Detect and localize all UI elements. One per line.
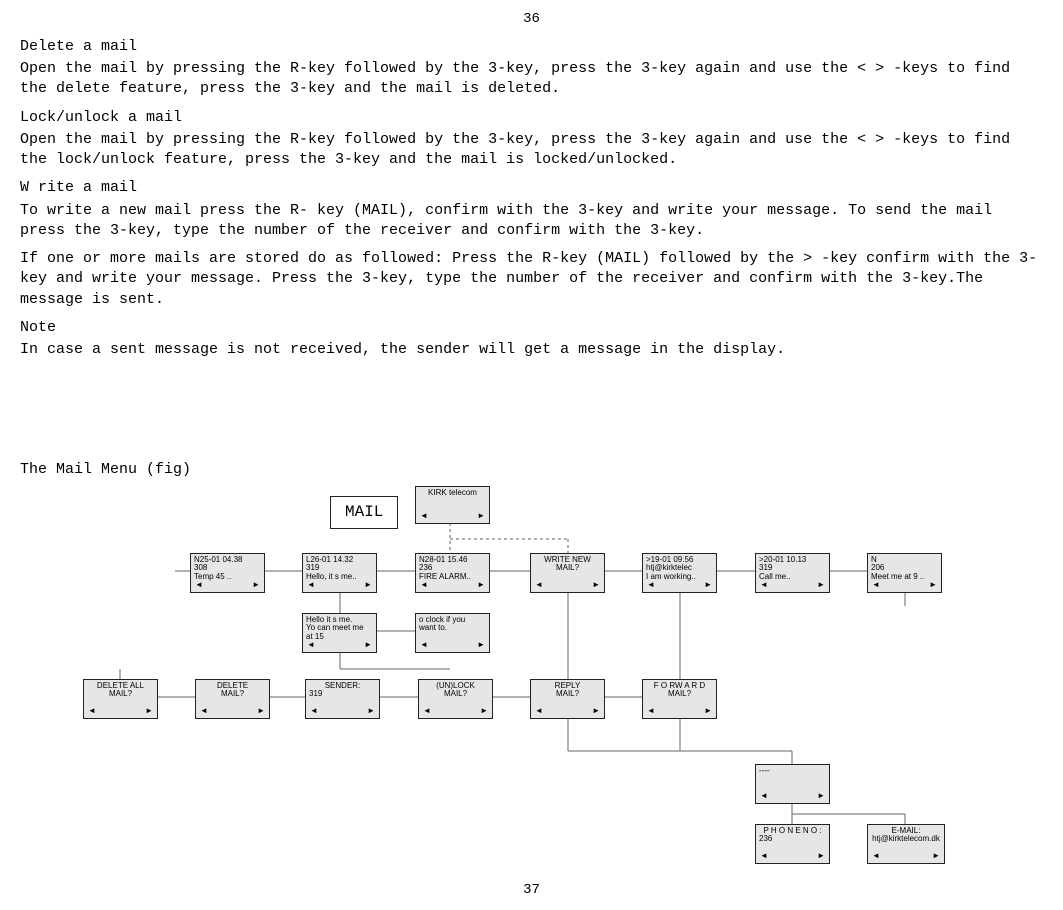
left-arrow-icon: ◄ xyxy=(760,581,768,590)
lock-body: Open the mail by pressing the R-key foll… xyxy=(20,130,1043,171)
row1-b2: N28-01 15.46 236 FIRE ALARM.. ◄► xyxy=(415,553,490,593)
right-arrow-icon: ► xyxy=(932,852,940,861)
kirk-box: KIRK telecom ◄ ► xyxy=(415,486,490,524)
right-arrow-icon: ► xyxy=(704,581,712,590)
left-arrow-icon: ◄ xyxy=(760,852,768,861)
row1-b6: N 206 Meet me at 9 .. ◄► xyxy=(867,553,942,593)
row5-b0-l2: 236 xyxy=(759,835,826,844)
row1-b4: >19-01 09.56 htj@kirktelec I am working.… xyxy=(642,553,717,593)
write-heading: W rite a mail xyxy=(20,178,1043,198)
left-arrow-icon: ◄ xyxy=(647,581,655,590)
right-arrow-icon: ► xyxy=(704,707,712,716)
left-arrow-icon: ◄ xyxy=(420,512,428,521)
left-arrow-icon: ◄ xyxy=(200,707,208,716)
left-arrow-icon: ◄ xyxy=(420,641,428,650)
left-arrow-icon: ◄ xyxy=(420,581,428,590)
row1-b3-write-new: WRITE NEW MAIL? ◄► xyxy=(530,553,605,593)
page-number-bottom: 37 xyxy=(20,881,1043,900)
row2-b1-l2: want to. xyxy=(419,624,486,633)
row3-b4-l2: MAIL? xyxy=(534,690,601,699)
left-arrow-icon: ◄ xyxy=(423,707,431,716)
right-arrow-icon: ► xyxy=(817,852,825,861)
row4-b0-dashes: ---- ◄ ► xyxy=(755,764,830,804)
right-arrow-icon: ► xyxy=(364,581,372,590)
right-arrow-icon: ► xyxy=(145,707,153,716)
right-arrow-icon: ► xyxy=(252,581,260,590)
row4-b0-l1: ---- xyxy=(759,767,826,776)
row3-b3-l2: MAIL? xyxy=(422,690,489,699)
delete-heading: Delete a mail xyxy=(20,37,1043,57)
right-arrow-icon: ► xyxy=(477,581,485,590)
row5-b1-email: E-MAIL: htj@kirktelecom.dk ◄► xyxy=(867,824,945,864)
left-arrow-icon: ◄ xyxy=(647,707,655,716)
row3-b5-forward: F O RW A R D MAIL? ◄► xyxy=(642,679,717,719)
diagram-connectors xyxy=(20,481,1020,881)
stored-body: If one or more mails are stored do as fo… xyxy=(20,249,1043,310)
left-arrow-icon: ◄ xyxy=(310,707,318,716)
left-arrow-icon: ◄ xyxy=(307,581,315,590)
note-body: In case a sent message is not received, … xyxy=(20,340,1043,360)
right-arrow-icon: ► xyxy=(480,707,488,716)
row5-b0-phoneno: P H O N E N O : 236 ◄► xyxy=(755,824,830,864)
right-arrow-icon: ► xyxy=(929,581,937,590)
row3-b4-reply: REPLY MAIL? ◄► xyxy=(530,679,605,719)
right-arrow-icon: ► xyxy=(592,707,600,716)
delete-body: Open the mail by pressing the R-key foll… xyxy=(20,59,1043,100)
row3-b2-sender: SENDER: 319 ◄► xyxy=(305,679,380,719)
row5-b1-l2: htj@kirktelecom.dk xyxy=(871,835,941,844)
left-arrow-icon: ◄ xyxy=(760,792,768,801)
left-arrow-icon: ◄ xyxy=(872,852,880,861)
row1-b0: N25-01 04.38 308 Temp 45 .. ◄► xyxy=(190,553,265,593)
left-arrow-icon: ◄ xyxy=(872,581,880,590)
note-heading: Note xyxy=(20,318,1043,338)
row3-b1-delete: DELETE MAIL? ◄► xyxy=(195,679,270,719)
row1-b5: >20-01 10.13 319 Call me.. ◄► xyxy=(755,553,830,593)
right-arrow-icon: ► xyxy=(257,707,265,716)
right-arrow-icon: ► xyxy=(367,707,375,716)
row1-b3-l2: MAIL? xyxy=(534,564,601,573)
row3-b3-unlock: (UN)LOCK MAIL? ◄► xyxy=(418,679,493,719)
left-arrow-icon: ◄ xyxy=(535,581,543,590)
right-arrow-icon: ► xyxy=(592,581,600,590)
right-arrow-icon: ► xyxy=(817,792,825,801)
kirk-line1: KIRK telecom xyxy=(419,489,486,498)
right-arrow-icon: ► xyxy=(364,641,372,650)
lock-heading: Lock/unlock a mail xyxy=(20,108,1043,128)
row2-b0: Hello it s me. Yo can meet me at 15 ◄► xyxy=(302,613,377,653)
mail-menu-diagram: MAIL KIRK telecom ◄► N25-01 04.38 308 Te… xyxy=(20,481,1020,881)
row3-b5-l2: MAIL? xyxy=(646,690,713,699)
right-arrow-icon: ► xyxy=(477,512,485,521)
right-arrow-icon: ► xyxy=(477,641,485,650)
left-arrow-icon: ◄ xyxy=(195,581,203,590)
row3-b1-l2: MAIL? xyxy=(199,690,266,699)
write-body: To write a new mail press the R- key (MA… xyxy=(20,201,1043,242)
row3-b2-l2: 319 xyxy=(309,690,376,699)
mail-menu-title: The Mail Menu (fig) xyxy=(20,460,1043,480)
row2-b1: o clock if you want to. ◄► xyxy=(415,613,490,653)
row3-b0-delete-all: DELETE ALL MAIL? ◄► xyxy=(83,679,158,719)
left-arrow-icon: ◄ xyxy=(535,707,543,716)
mail-label-box: MAIL xyxy=(330,496,398,530)
row3-b0-l2: MAIL? xyxy=(87,690,154,699)
left-arrow-icon: ◄ xyxy=(88,707,96,716)
left-arrow-icon: ◄ xyxy=(307,641,315,650)
page-number-top: 36 xyxy=(20,10,1043,29)
right-arrow-icon: ► xyxy=(817,581,825,590)
mail-label-text: MAIL xyxy=(345,503,383,521)
row1-b1: L26-01 14.32 319 Hello, it s me.. ◄► xyxy=(302,553,377,593)
